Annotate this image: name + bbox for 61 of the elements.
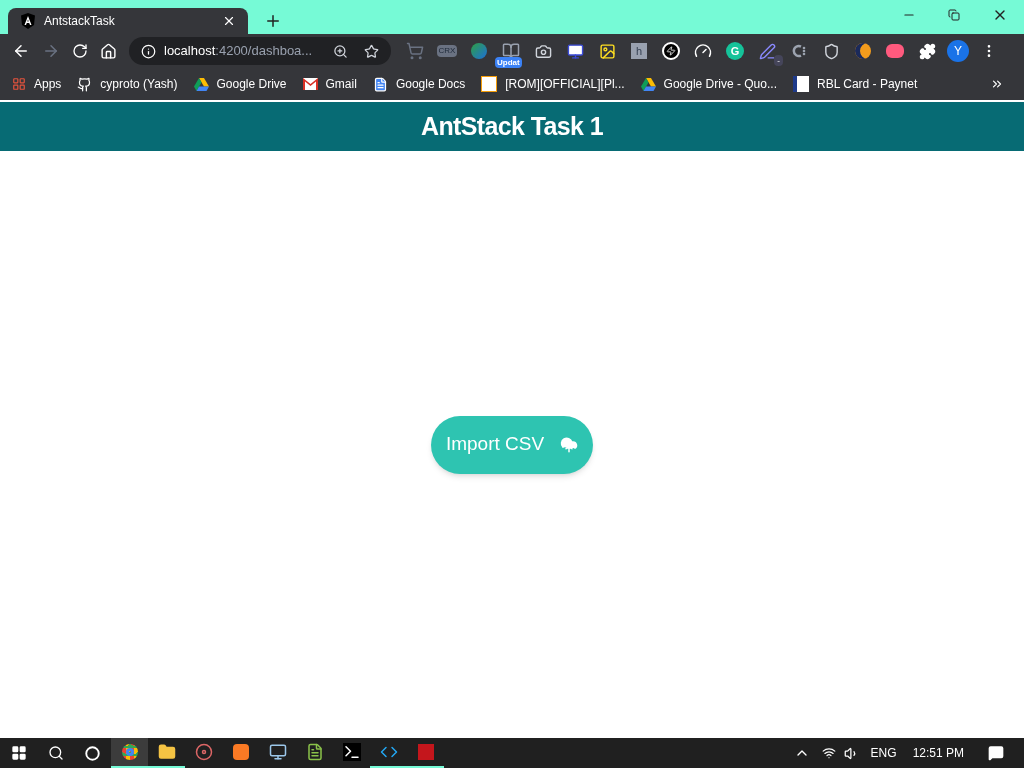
wifi-icon[interactable] [821,746,836,760]
zoom-icon[interactable] [333,43,348,59]
drive-icon [193,77,209,91]
cloud-upload-icon [560,435,579,454]
bookmark-link[interactable]: Gmail [302,75,357,93]
address-bar[interactable]: localhost:4200/dashboa... [129,37,391,65]
crescent-icon[interactable] [855,43,871,59]
drive-icon [640,77,656,91]
bookmark-link[interactable]: Google Docs [372,75,466,93]
restore-icon[interactable] [948,9,960,21]
c-dots-icon[interactable] [791,43,807,59]
bolt-icon[interactable] [662,42,680,60]
apps-grid-icon [12,77,26,91]
shield-icon[interactable] [822,42,840,60]
document-icon [372,76,388,92]
back-icon[interactable] [12,42,30,60]
info-icon[interactable] [141,43,156,59]
cart-icon[interactable] [406,42,424,60]
home-icon[interactable] [100,42,117,60]
bookmark-link[interactable]: cyproto (Yash) [77,75,178,93]
forward-icon[interactable] [42,42,60,60]
new-tab-icon[interactable] [264,12,282,30]
gauge-icon[interactable] [694,42,712,60]
language-indicator[interactable]: ENG [870,744,897,762]
letter-tile-icon[interactable]: h [631,43,647,59]
url-text: localhost:4200/dashboa... [164,42,314,61]
notifications-icon[interactable] [988,745,1004,761]
camera-icon[interactable] [534,42,552,60]
puzzle-icon[interactable] [918,42,936,60]
bookmark-link[interactable]: Google Drive - Quo... [640,75,777,93]
browser-tab[interactable]: AntstackTask [8,8,248,34]
bookmark-link[interactable]: Google Drive [193,75,287,93]
bookmark-link[interactable]: RBL Card - Paynet [793,75,918,93]
search-icon[interactable] [47,745,64,761]
taskbar-app[interactable] [111,738,148,768]
image-icon[interactable] [598,42,616,60]
tab-title: AntstackTask [44,13,116,30]
extension-badge: - [774,55,783,66]
header-title: AntStack Task 1 [421,110,603,142]
mail-icon [302,78,318,90]
angular-logo-icon [20,13,36,29]
monitor-icon [268,743,287,761]
bookmark-link[interactable]: Apps [12,75,62,93]
extension-badge: Updat [495,57,522,68]
disc-icon [194,743,213,761]
terminal-icon [342,743,361,761]
reload-icon[interactable] [72,43,88,59]
profile-avatar[interactable]: Y [947,40,969,62]
github-icon [77,76,93,92]
cortana-icon[interactable] [85,745,100,761]
bookmark-link[interactable]: [ROM][OFFICIAL][Pl... [481,75,625,93]
windows-start-icon[interactable] [10,745,27,761]
more-bookmarks-icon[interactable] [990,77,1004,91]
close-tab-icon[interactable] [222,14,236,28]
book-icon[interactable] [502,42,520,60]
notepad-icon [305,743,324,761]
clock-time[interactable]: 12:51 PM [912,744,964,762]
folder-icon [157,743,176,761]
monitor-icon[interactable] [566,42,584,60]
pen-icon[interactable] [758,42,776,60]
bookmark-star-icon[interactable] [364,43,379,59]
